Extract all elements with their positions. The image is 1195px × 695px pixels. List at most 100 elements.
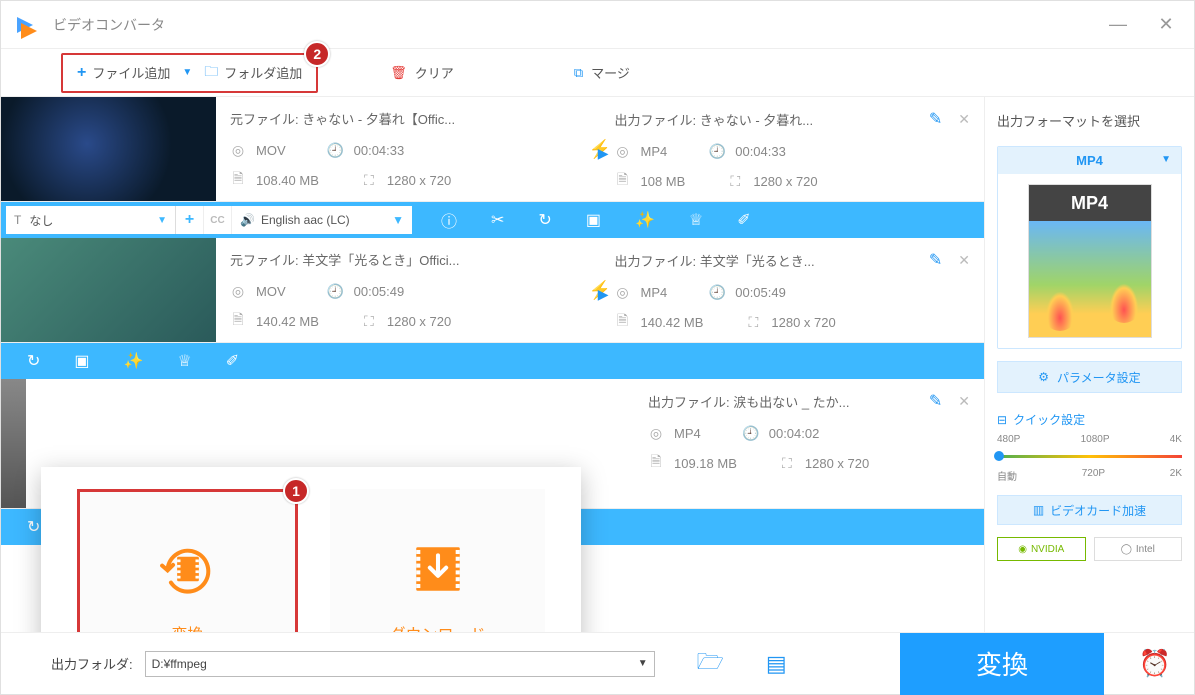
convert-button-label: 変換 xyxy=(976,645,1028,682)
clock-icon: 🕘 xyxy=(743,425,759,441)
effects-icon[interactable]: ✨ xyxy=(635,210,655,230)
tick-4k: 4K xyxy=(1170,434,1182,445)
close-button[interactable]: ✕ xyxy=(1154,14,1178,35)
intel-badge[interactable]: ◯ Intel xyxy=(1094,537,1183,561)
open-folder-icon[interactable]: 🗁 xyxy=(697,645,724,683)
folder-icon: 🗀 xyxy=(204,61,218,85)
file-icon: 🗎 xyxy=(230,313,246,329)
format-tile-image xyxy=(1029,221,1151,337)
thumbnail[interactable] xyxy=(1,97,216,201)
format-icon: ◎ xyxy=(615,284,631,300)
clock-icon: 🕘 xyxy=(709,284,725,300)
clock-icon: 🕘 xyxy=(328,142,344,158)
caret-down-icon: ▼ xyxy=(157,215,167,226)
clear-button[interactable]: 🗑 クリア xyxy=(390,63,454,82)
text-icon: T xyxy=(14,213,21,227)
crop-icon[interactable]: ▣ xyxy=(74,351,89,371)
source-info: 元ファイル: きゃない - 夕暮れ【Offic... ◎MOV 🕘00:04:3… xyxy=(216,97,600,201)
param-settings-label: パラメータ設定 xyxy=(1057,369,1141,386)
add-subtitle-button[interactable]: + xyxy=(176,206,204,234)
intel-icon: ◯ xyxy=(1121,544,1132,555)
resolution-icon: ⛶ xyxy=(727,173,743,189)
watermark-icon[interactable]: ♕ xyxy=(689,210,703,230)
output-title: 出力ファイル: きゃない - 夕暮れ... xyxy=(615,110,919,129)
crop-icon[interactable]: ▣ xyxy=(586,210,601,230)
trash-icon: 🗑 xyxy=(390,65,407,81)
footer: 出力フォルダ: D:¥ffmpeg ▼ 🗁 ▤ 変換 ⏰ xyxy=(1,632,1194,694)
browse-icon[interactable]: ▤ xyxy=(766,651,787,677)
parameter-settings-button[interactable]: ⚙ パラメータ設定 xyxy=(997,361,1182,393)
quick-icon: ⊟ xyxy=(997,413,1007,427)
window-controls: — ✕ xyxy=(1106,14,1178,35)
mode-popup: 変換 1 ダウンロード xyxy=(41,467,581,632)
file-item: 元ファイル: 羊文学「光るとき」Offici... ◎MOV 🕘00:05:49… xyxy=(1,238,984,343)
remove-icon[interactable]: ✕ xyxy=(958,111,970,128)
output-path-input[interactable]: D:¥ffmpeg ▼ xyxy=(145,651,655,677)
watermark-icon[interactable]: ♕ xyxy=(177,351,191,371)
output-format: MP4 xyxy=(641,144,668,159)
audio-select[interactable]: 🔊 English aac (LC) ▼ xyxy=(232,206,412,234)
remove-icon[interactable]: ✕ xyxy=(958,252,970,269)
convert-button[interactable]: 変換 xyxy=(900,633,1104,695)
annotation-badge-1: 1 xyxy=(283,478,309,504)
source-title: 元ファイル: きゃない - 夕暮れ【Offic... xyxy=(230,109,586,128)
file-icon: 🗎 xyxy=(615,173,631,189)
clear-label: クリア xyxy=(415,63,454,82)
schedule-button[interactable]: ⏰ xyxy=(1116,633,1194,695)
cut-icon[interactable]: ✂ xyxy=(491,210,504,230)
thumbnail[interactable] xyxy=(1,379,26,508)
subtitle-select[interactable]: T なし ▼ xyxy=(6,206,176,234)
nvidia-badge[interactable]: ◉ NVIDIA xyxy=(997,537,1086,561)
add-file-button[interactable]: + ファイル追加 xyxy=(77,63,170,82)
slider-knob[interactable] xyxy=(994,451,1004,461)
merge-button[interactable]: ⧉ マージ xyxy=(574,63,630,82)
edit-tool-icon[interactable]: ✐ xyxy=(226,351,239,371)
settings-sidebar: 出力フォーマットを選択 MP4 ▼ MP4 ⚙ パラメータ設定 xyxy=(984,97,1194,632)
source-format: MOV xyxy=(256,143,286,158)
cc-button[interactable]: CC xyxy=(204,206,232,234)
caret-down-icon: ▼ xyxy=(638,658,648,669)
merge-label: マージ xyxy=(591,63,630,82)
format-select-card[interactable]: MP4 ▼ MP4 xyxy=(997,146,1182,349)
quality-slider[interactable] xyxy=(997,455,1182,458)
format-tile-label: MP4 xyxy=(1029,185,1151,221)
sliders-icon: ⚙ xyxy=(1038,370,1049,384)
rotate-icon[interactable]: ↻ xyxy=(27,517,40,537)
source-duration: 00:04:33 xyxy=(354,143,405,158)
info-icon[interactable]: ⓘ xyxy=(441,208,457,232)
convert-mode-card[interactable]: 変換 1 xyxy=(77,489,298,632)
minimize-button[interactable]: — xyxy=(1106,14,1130,35)
edit-tool-icon[interactable]: ✐ xyxy=(737,210,750,230)
nvidia-label: NVIDIA xyxy=(1031,544,1064,555)
download-label: ダウンロード xyxy=(389,621,485,632)
source-resolution: 1280 x 720 xyxy=(387,314,451,329)
gpu-accel-label: ビデオカード加速 xyxy=(1050,502,1146,519)
dropdown-caret-icon[interactable]: ▼ xyxy=(182,67,192,78)
rotate-icon[interactable]: ↻ xyxy=(27,351,40,371)
caret-down-icon: ▼ xyxy=(1161,154,1171,165)
file-list: 元ファイル: きゃない - 夕暮れ【Offic... ◎ MOV 🕘 00:04:3… xyxy=(1,97,984,632)
download-mode-card[interactable]: ダウンロード xyxy=(330,489,545,632)
edit-icon[interactable]: ✎ xyxy=(929,250,942,270)
source-size: 108.40 MB xyxy=(256,173,319,188)
resolution-icon: ⛶ xyxy=(361,313,377,329)
remove-icon[interactable]: ✕ xyxy=(958,393,970,410)
arrow-right-icon: ▶ xyxy=(598,286,609,303)
edit-icon[interactable]: ✎ xyxy=(929,391,942,411)
gpu-accel-button[interactable]: ▥ ビデオカード加速 xyxy=(997,495,1182,525)
rotate-icon[interactable]: ↻ xyxy=(538,210,551,230)
output-size: 140.42 MB xyxy=(641,315,704,330)
tick-auto: 自動 xyxy=(997,468,1017,483)
output-duration: 00:04:02 xyxy=(769,426,820,441)
arrow-right-icon: ▶ xyxy=(598,145,609,162)
add-folder-button[interactable]: 🗀 フォルダ追加 xyxy=(204,61,302,85)
tick-2k: 2K xyxy=(1170,468,1182,483)
file-icon: 🗎 xyxy=(230,172,246,188)
source-format: MOV xyxy=(256,284,286,299)
clock-icon: 🕘 xyxy=(709,143,725,159)
add-file-label: ファイル追加 xyxy=(92,63,170,82)
effects-icon[interactable]: ✨ xyxy=(124,351,144,371)
item-action-strip: T なし ▼ + CC 🔊 English aac (LC) ▼ ⓘ ✂ ↻ xyxy=(1,202,984,238)
thumbnail[interactable] xyxy=(1,238,216,342)
edit-icon[interactable]: ✎ xyxy=(929,109,942,129)
